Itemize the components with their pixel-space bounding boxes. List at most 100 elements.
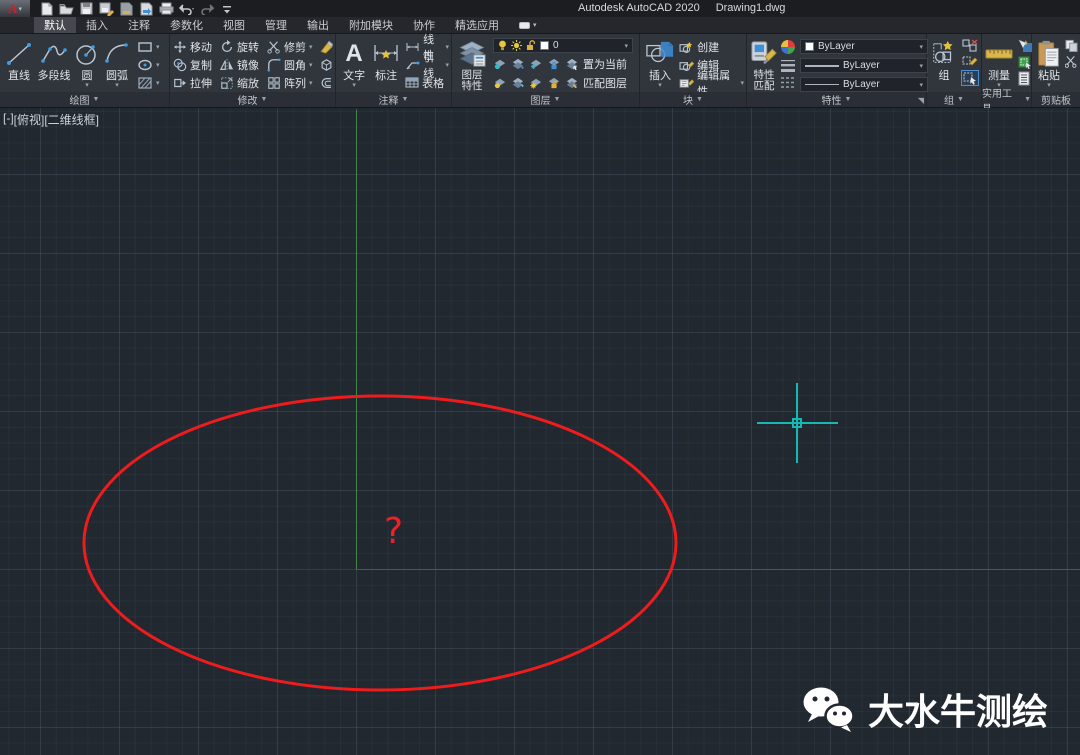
tool-copy[interactable]: 复制	[173, 57, 220, 73]
layer-on-off-icon[interactable]	[493, 77, 507, 89]
customize-menu-icon[interactable]	[218, 1, 235, 16]
tool-insert-block[interactable]: 插入 ▾	[643, 36, 677, 92]
tool-stretch[interactable]: 拉伸	[173, 75, 220, 91]
layer-unisolate-icon[interactable]	[511, 77, 525, 89]
lineweight-select[interactable]: ByLayer ▾	[800, 58, 928, 73]
tool-hatch[interactable]: ▾	[137, 75, 160, 90]
color-wheel-icon[interactable]	[780, 39, 796, 55]
layer-match-icon[interactable]	[565, 77, 579, 89]
tool-layer-properties[interactable]: 图层特性	[455, 36, 489, 92]
tool-paste[interactable]: 粘贴 ▾	[1035, 36, 1063, 92]
tab-output[interactable]: 输出	[297, 17, 339, 33]
layer-lock-icon[interactable]	[547, 58, 561, 70]
layer-stack-icon	[457, 38, 487, 70]
tool-edit-attributes[interactable]: 编辑属性▾	[679, 75, 744, 90]
layer-freeze-icon[interactable]	[529, 58, 543, 70]
tool-dimension[interactable]: 标注	[369, 36, 403, 92]
edit-attribute-icon	[679, 77, 694, 89]
tool-group[interactable]: 组	[930, 36, 958, 92]
object-color-swatch	[805, 42, 814, 51]
drawing-area[interactable]: [-][俯视][二维线框] ?	[0, 108, 1080, 755]
tool-polyline[interactable]: 多段线	[35, 36, 73, 92]
tool-create-block[interactable]: 创建	[679, 39, 744, 54]
redo-icon[interactable]	[198, 1, 215, 16]
select-similar-icon[interactable]	[1017, 55, 1033, 69]
quick-select-icon[interactable]	[1017, 39, 1033, 53]
properties-dialog-launcher-icon[interactable]: ◥	[918, 96, 924, 105]
red-ellipse-object[interactable]	[84, 396, 676, 690]
layer-set-current-icon[interactable]	[565, 58, 579, 70]
tab-home[interactable]: 默认	[34, 17, 76, 33]
tab-featured-apps[interactable]: 精选应用	[445, 17, 509, 33]
tool-ellipse[interactable]: ▾	[137, 57, 160, 72]
panel-label-layers[interactable]: 图层▼	[452, 92, 639, 107]
tool-leader[interactable]: 引线▾	[405, 57, 449, 72]
panel-label-annotation[interactable]: 注释▼	[336, 92, 451, 107]
tool-move[interactable]: 移动	[173, 39, 220, 55]
chevron-down-icon: ▼	[845, 96, 852, 103]
tool-erase[interactable]	[319, 40, 334, 54]
tool-set-current[interactable]: 置为当前	[583, 56, 627, 72]
tool-match-properties[interactable]: 特性匹配	[750, 36, 778, 92]
layer-select[interactable]: 0 ▾	[493, 38, 633, 53]
tool-scale[interactable]: 缩放	[220, 75, 267, 91]
group-edit-icon[interactable]	[962, 55, 978, 69]
edit-block-icon	[679, 59, 694, 71]
panel-label-groups[interactable]: 组▼	[927, 92, 981, 107]
tool-rectangle[interactable]: ▾	[137, 39, 160, 54]
panel-label-block[interactable]: 块▼	[640, 92, 746, 107]
autocad-logo-icon: A	[8, 2, 17, 15]
panel-label-draw[interactable]: 绘图▼	[0, 92, 169, 107]
tab-addins[interactable]: 附加模块	[339, 17, 403, 33]
tool-circle[interactable]: 圆 ▾	[73, 36, 101, 92]
tab-manage[interactable]: 管理	[255, 17, 297, 33]
tool-table[interactable]: 表格	[405, 75, 449, 90]
transfer-icon[interactable]	[138, 1, 155, 16]
tool-line[interactable]: 直线	[3, 36, 35, 92]
ungroup-icon[interactable]	[962, 39, 978, 53]
layer-thaw-icon[interactable]	[529, 77, 543, 89]
layer-off-icon[interactable]	[493, 58, 507, 70]
tool-explode[interactable]	[319, 58, 334, 72]
panel-label-properties[interactable]: 特性▼	[747, 92, 926, 107]
lineweight-icon[interactable]	[780, 59, 796, 72]
layer-unlock2-icon[interactable]	[547, 77, 561, 89]
tool-array[interactable]: 阵列 ▾	[267, 75, 319, 91]
create-block-icon	[679, 41, 694, 53]
tool-offset[interactable]	[319, 76, 334, 90]
chevron-down-icon: ▼	[696, 96, 703, 103]
save-icon[interactable]	[78, 1, 95, 16]
tool-mirror[interactable]: 镜像	[220, 57, 267, 73]
undo-icon[interactable]	[178, 1, 195, 16]
save-as-icon[interactable]	[98, 1, 115, 16]
tool-text[interactable]: A 文字 ▾	[339, 36, 369, 92]
layer-thaw-sun-icon	[511, 40, 522, 51]
panel-label-utilities[interactable]: 实用工具▼	[982, 92, 1031, 107]
linetype-icon[interactable]	[780, 76, 796, 89]
tool-rotate[interactable]: 旋转	[220, 39, 267, 55]
ribbon-display-toggle[interactable]: ▾	[519, 17, 537, 33]
new-file-icon[interactable]	[38, 1, 55, 16]
group-selection-toggle-icon[interactable]	[962, 71, 978, 85]
tool-fillet[interactable]: 圆角 ▾	[267, 57, 319, 73]
panel-label-modify[interactable]: 修改▼	[170, 92, 335, 107]
open-folder-icon[interactable]	[58, 1, 75, 16]
cut-clip-icon[interactable]	[1065, 55, 1078, 68]
tool-match-layer[interactable]: 匹配图层	[583, 75, 627, 91]
tab-annotate[interactable]: 注释	[118, 17, 160, 33]
linetype-select[interactable]: ByLayer ▾	[800, 77, 928, 92]
sheet-set-icon[interactable]	[118, 1, 135, 16]
tab-parametric[interactable]: 参数化	[160, 17, 213, 33]
stretch-icon	[173, 76, 187, 90]
tab-insert[interactable]: 插入	[76, 17, 118, 33]
tool-arc[interactable]: 圆弧 ▾	[101, 36, 133, 92]
object-color-select[interactable]: ByLayer ▾	[800, 39, 928, 54]
print-icon[interactable]	[158, 1, 175, 16]
application-menu-button[interactable]: A ▾	[0, 0, 30, 17]
question-mark-text-object[interactable]: ?	[384, 514, 403, 550]
layer-isolate-icon[interactable]	[511, 58, 525, 70]
crosshair-pickbox	[792, 418, 802, 428]
copy-clip-icon[interactable]	[1065, 39, 1078, 52]
tab-view[interactable]: 视图	[213, 17, 255, 33]
tool-trim[interactable]: 修剪 ▾	[267, 39, 319, 55]
